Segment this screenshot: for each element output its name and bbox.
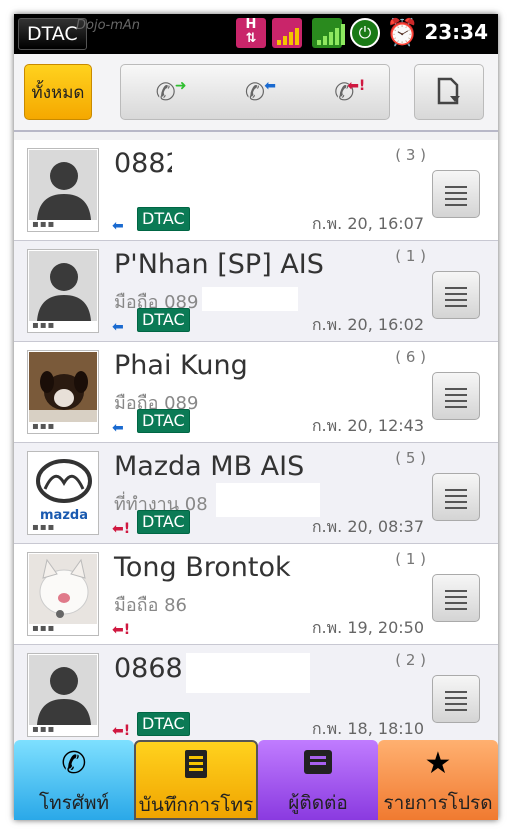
redaction: [172, 150, 292, 182]
missed-call-icon: ⬅!: [347, 78, 366, 94]
avatar[interactable]: ▪▪▪: [27, 148, 99, 232]
call-time: ก.พ. 19, 20:50: [311, 618, 424, 637]
call-time: ก.พ. 20, 16:02: [311, 315, 424, 334]
call-log-row[interactable]: ▪▪▪ Tong Brontok มือถือ 86 ( 1 ) ⬅! ก.พ.…: [14, 544, 498, 645]
tab-call-log[interactable]: บันทึกการโทร: [134, 740, 258, 820]
default-contact-icon: [29, 251, 97, 321]
sim-badge: DTAC: [137, 712, 190, 736]
contact-name: Phai Kung: [114, 350, 248, 381]
contact-name: Mazda MB AIS: [114, 451, 305, 482]
call-count: ( 1 ): [395, 550, 426, 568]
phone-handset-icon: ✆: [244, 78, 266, 106]
phone-handset-icon: ✆: [155, 78, 176, 106]
filter-missed-button[interactable]: ✆ ⬅!: [319, 72, 369, 112]
bottom-tab-bar: ✆ โทรศัพท์ บันทึกการโทร ผู้ติดต่อ ★ รายก…: [14, 740, 498, 820]
alarm-clock-icon: ⏰: [386, 18, 419, 48]
status-bar: DTAC Dojo-mAn H ⇅ ⏻ ⏰ 23:34: [14, 14, 498, 54]
row-menu-button[interactable]: [432, 473, 480, 521]
quick-contact-dots: ▪▪▪: [32, 724, 56, 735]
call-time: ก.พ. 20, 12:43: [311, 416, 424, 435]
star-icon: ★: [424, 746, 452, 781]
call-log-list: ▪▪▪ 0882 ( 3 ) ⬅ DTAC ก.พ. 20, 16:07 ▪▪▪…: [14, 140, 498, 746]
phone-icon: ✆: [61, 746, 87, 781]
avatar[interactable]: mazda ▪▪▪: [27, 451, 99, 535]
sim-badge: DTAC: [137, 308, 190, 332]
quick-contact-dots: ▪▪▪: [32, 522, 56, 533]
default-contact-icon: [29, 655, 97, 725]
contact-name: Tong Brontok: [114, 552, 291, 583]
incoming-call-icon: ⬅: [112, 218, 124, 234]
export-button[interactable]: [414, 64, 484, 120]
mazda-logo: mazda: [29, 453, 97, 523]
avatar[interactable]: ▪▪▪: [27, 249, 99, 333]
quick-contact-dots: ▪▪▪: [32, 623, 56, 634]
incoming-call-icon: ⬅: [112, 420, 124, 436]
cat-photo: [29, 554, 97, 624]
call-type-filter-group: ✆ ➜ ✆ ⬅ ✆ ⬅!: [120, 64, 390, 120]
redaction: [206, 388, 296, 412]
sim-badge: DTAC: [137, 207, 190, 231]
avatar[interactable]: ▪▪▪: [27, 350, 99, 434]
avatar[interactable]: ▪▪▪: [27, 552, 99, 636]
redaction: [186, 653, 310, 693]
call-log-row[interactable]: ▪▪▪ P'Nhan [SP] AIS มือถือ 089 ( 1 ) ⬅ D…: [14, 241, 498, 342]
row-menu-button[interactable]: [432, 574, 480, 622]
incoming-call-icon: ⬅: [264, 78, 276, 94]
call-count: ( 2 ): [395, 651, 426, 669]
call-count: ( 3 ): [395, 146, 426, 164]
filter-incoming-button[interactable]: ✆ ⬅: [230, 72, 280, 112]
redaction: [216, 483, 320, 517]
call-log-row[interactable]: mazda ▪▪▪ Mazda MB AIS ที่ทำงาน 08 ( 5 )…: [14, 443, 498, 544]
call-log-row[interactable]: ▪▪▪ 0868 ( 2 ) ⬅! DTAC ก.พ. 18, 18:10: [14, 645, 498, 746]
puppy-photo: [29, 352, 97, 422]
incoming-call-icon: ⬅: [112, 319, 124, 335]
call-log-toolbar: ทั้งหมด ✆ ➜ ✆ ⬅ ✆ ⬅!: [14, 54, 498, 132]
contact-name: 0868: [114, 653, 183, 684]
missed-call-icon: ⬅!: [112, 521, 131, 537]
filter-all-button[interactable]: ทั้งหมด: [24, 64, 92, 120]
signal-strength-icon: [272, 18, 302, 48]
call-log-icon: [136, 748, 256, 789]
redaction: [202, 287, 298, 311]
row-menu-button[interactable]: [432, 271, 480, 319]
h-data-icon: H ⇅: [236, 18, 266, 48]
row-menu-button[interactable]: [432, 170, 480, 218]
call-count: ( 6 ): [395, 348, 426, 366]
contacts-icon: [258, 746, 378, 785]
call-time: ก.พ. 20, 16:07: [311, 214, 424, 233]
avatar[interactable]: ▪▪▪: [27, 653, 99, 737]
default-contact-icon: [29, 150, 97, 220]
call-count: ( 1 ): [395, 247, 426, 265]
missed-call-icon: ⬅!: [112, 723, 131, 739]
quick-contact-dots: ▪▪▪: [32, 219, 56, 230]
row-menu-button[interactable]: [432, 675, 480, 723]
filter-outgoing-button[interactable]: ✆ ➜: [141, 72, 191, 112]
outgoing-call-icon: ➜: [174, 78, 187, 94]
call-log-row[interactable]: ▪▪▪ 0882 ( 3 ) ⬅ DTAC ก.พ. 20, 16:07: [14, 140, 498, 241]
sim-badge: DTAC: [137, 409, 190, 433]
power-icon: ⏻: [350, 18, 380, 48]
phone-screen: DTAC Dojo-mAn H ⇅ ⏻ ⏰ 23:34 ทั้งหมด ✆ ➜ ✆…: [14, 14, 498, 820]
quick-contact-dots: ▪▪▪: [32, 320, 56, 331]
export-file-icon: [437, 77, 460, 105]
missed-call-icon: ⬅!: [112, 622, 131, 638]
svg-text:mazda: mazda: [40, 508, 88, 523]
watermark: Dojo-mAn: [76, 18, 141, 33]
clock: 23:34: [424, 20, 488, 44]
sim-badge: DTAC: [137, 510, 190, 534]
quick-contact-dots: ▪▪▪: [32, 421, 56, 432]
call-count: ( 5 ): [395, 449, 426, 467]
contact-name: P'Nhan [SP] AIS: [114, 249, 324, 280]
call-log-row[interactable]: ▪▪▪ Phai Kung มือถือ 089 ( 6 ) ⬅ DTAC ก.…: [14, 342, 498, 443]
tab-favorites[interactable]: ★ รายการโปรด: [378, 740, 498, 820]
call-time: ก.พ. 18, 18:10: [311, 719, 424, 738]
row-menu-button[interactable]: [432, 372, 480, 420]
signal-strength-icon: [312, 18, 345, 48]
phone-number-label: มือถือ 86: [114, 595, 188, 616]
tab-contacts[interactable]: ผู้ติดต่อ: [258, 740, 378, 820]
tab-phone[interactable]: ✆ โทรศัพท์: [14, 740, 134, 820]
call-time: ก.พ. 20, 08:37: [311, 517, 424, 536]
